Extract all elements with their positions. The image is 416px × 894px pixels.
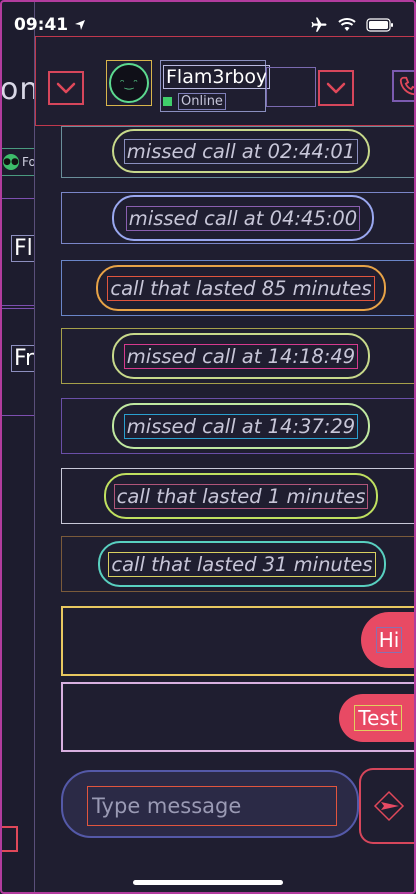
message-text: Hi bbox=[375, 627, 403, 653]
send-icon bbox=[373, 790, 405, 822]
call-log-pill: missed call at 02:44:01 bbox=[112, 129, 370, 173]
background-list-item-label: Fr bbox=[11, 345, 35, 372]
chat-panel: ᵔ‿ᵔ Flam3rboy Online missed call at 02:4… bbox=[34, 0, 416, 894]
call-log-item: missed call at 14:18:49 bbox=[61, 328, 416, 384]
avatar-face-icon: ᵔ‿ᵔ bbox=[120, 76, 138, 90]
call-log-item: call that lasted 85 minutes bbox=[61, 260, 416, 316]
background-list-item[interactable]: Fl bbox=[0, 198, 36, 306]
status-time: 09:41 bbox=[14, 15, 69, 35]
status-time-group: 09:41 bbox=[14, 15, 86, 35]
chevron-down-icon bbox=[326, 82, 346, 94]
contact-name: Flam3rboy bbox=[163, 65, 271, 89]
call-log-text: call that lasted 31 minutes bbox=[108, 551, 376, 577]
call-log-text: call that lasted 85 minutes bbox=[107, 275, 375, 301]
online-status-icon bbox=[163, 97, 172, 106]
call-log-text: call that lasted 1 minutes bbox=[113, 483, 369, 509]
message-bubble[interactable]: Test bbox=[339, 694, 416, 742]
background-bottom-button[interactable] bbox=[0, 826, 18, 852]
presence-status: Online bbox=[163, 93, 226, 110]
home-indicator[interactable] bbox=[133, 880, 283, 885]
call-log-text: missed call at 04:45:00 bbox=[125, 205, 361, 231]
background-page-title: ons bbox=[0, 72, 34, 107]
call-log-item: call that lasted 31 minutes bbox=[61, 536, 416, 592]
call-log-item: call that lasted 1 minutes bbox=[61, 468, 416, 524]
call-log-pill: missed call at 14:18:49 bbox=[112, 333, 370, 379]
message-row: Hi bbox=[61, 606, 416, 676]
avatar-frame[interactable]: ᵔ‿ᵔ bbox=[106, 60, 152, 106]
background-list-item[interactable]: Fr bbox=[0, 308, 36, 416]
location-arrow-icon bbox=[75, 20, 86, 30]
background-list-item-label: Fl bbox=[11, 235, 35, 262]
call-log-pill: call that lasted 31 minutes bbox=[98, 541, 386, 587]
call-log-item: missed call at 14:37:29 bbox=[61, 398, 416, 454]
message-text: Test bbox=[354, 705, 402, 731]
status-bar: 09:41 bbox=[0, 0, 416, 50]
battery-icon bbox=[366, 18, 393, 32]
back-button[interactable] bbox=[48, 71, 84, 105]
status-icons bbox=[310, 16, 394, 34]
message-row: Test bbox=[61, 682, 416, 752]
call-log-item: missed call at 02:44:01 bbox=[61, 126, 416, 178]
message-bubble[interactable]: Hi bbox=[361, 612, 416, 668]
call-log-text: missed call at 02:44:01 bbox=[123, 138, 359, 164]
options-button[interactable] bbox=[318, 70, 354, 106]
chevron-down-icon bbox=[56, 82, 76, 94]
call-log-text: missed call at 14:18:49 bbox=[123, 343, 359, 369]
header-spacer bbox=[266, 67, 316, 107]
call-log-pill: call that lasted 85 minutes bbox=[96, 265, 386, 311]
phone-icon bbox=[399, 76, 416, 96]
message-composer bbox=[61, 770, 359, 838]
message-input[interactable] bbox=[87, 786, 337, 826]
guild-avatar-icon: ●● bbox=[3, 154, 19, 170]
avatar: ᵔ‿ᵔ bbox=[109, 63, 149, 103]
call-log-text: missed call at 14:37:29 bbox=[123, 413, 359, 439]
contact-info: Flam3rboy Online bbox=[160, 60, 271, 112]
call-log-pill: missed call at 14:37:29 bbox=[112, 403, 370, 449]
call-log-item: missed call at 04:45:00 bbox=[61, 192, 416, 244]
airplane-mode-icon bbox=[311, 17, 327, 32]
call-log-pill: missed call at 04:45:00 bbox=[112, 195, 374, 241]
send-button[interactable] bbox=[359, 768, 416, 844]
call-log-pill: call that lasted 1 minutes bbox=[104, 473, 378, 519]
call-button[interactable] bbox=[392, 70, 416, 102]
wifi-icon bbox=[338, 18, 356, 31]
background-guild-chip[interactable]: ●● Fo bbox=[0, 148, 38, 176]
presence-label: Online bbox=[178, 93, 226, 110]
